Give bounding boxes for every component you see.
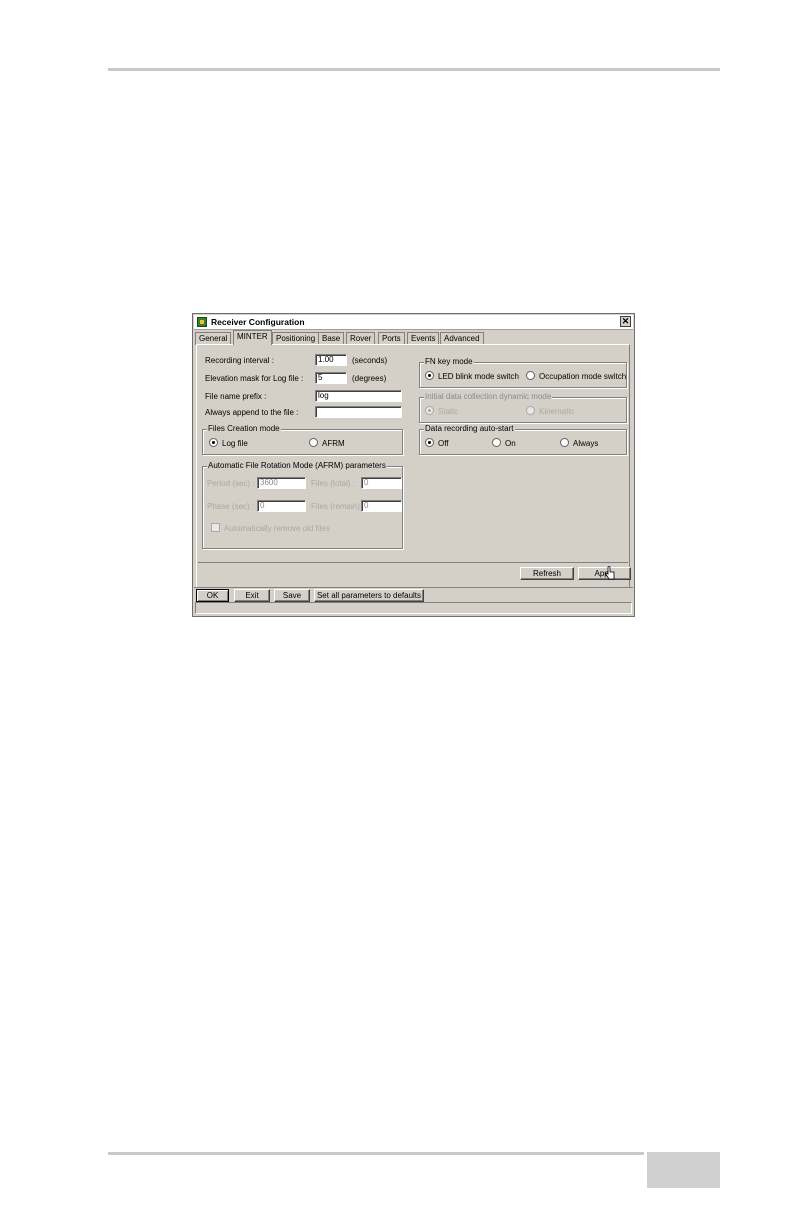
radio-led-blink[interactable]: LED blink mode switch — [425, 371, 519, 381]
radio-log-file[interactable]: Log file — [209, 438, 248, 448]
initial-dynamic-title: Initial data collection dynamic mode — [424, 392, 553, 401]
files-total-input[interactable]: 0 — [361, 477, 402, 489]
elevation-mask-label: Elevation mask for Log file : — [205, 374, 304, 383]
tab-minter[interactable]: MINTER — [233, 330, 272, 345]
app-icon — [197, 317, 207, 327]
recording-interval-input[interactable]: 1.00 — [315, 354, 347, 366]
radio-led-blink-label: LED blink mode switch — [438, 372, 519, 381]
radio-kinematic-label: Kinematic — [539, 407, 575, 416]
radio-static[interactable]: Static — [425, 406, 459, 416]
period-input[interactable]: 3600 — [257, 477, 306, 489]
radio-kinematic[interactable]: Kinematic — [526, 406, 575, 416]
afrm-group: Automatic File Rotation Mode (AFRM) para… — [202, 461, 403, 549]
initial-dynamic-group: Initial data collection dynamic mode Sta… — [419, 392, 627, 423]
minter-panel: Recording interval : 1.00 (seconds) Elev… — [196, 344, 631, 588]
radio-always-label: Always — [573, 439, 599, 448]
radio-on-label: On — [505, 439, 516, 448]
period-label: Period (sec) : — [207, 479, 255, 488]
afrm-title: Automatic File Rotation Mode (AFRM) para… — [207, 461, 387, 470]
recording-interval-unit: (seconds) — [352, 356, 388, 365]
title-bar[interactable]: Receiver Configuration ✕ — [194, 315, 633, 330]
receiver-configuration-window: Receiver Configuration ✕ General MINTER … — [192, 313, 635, 617]
radio-on[interactable]: On — [492, 438, 516, 448]
radio-off-label: Off — [438, 439, 449, 448]
radio-static-label: Static — [438, 407, 459, 416]
radio-off[interactable]: Off — [425, 438, 449, 448]
hand-cursor-icon — [605, 566, 615, 580]
auto-remove-checkbox[interactable]: Automatically remove old files — [211, 523, 330, 533]
footer-rule — [108, 1152, 644, 1155]
status-bar — [195, 602, 632, 614]
auto-remove-label: Automatically remove old files — [224, 524, 330, 533]
radio-log-file-label: Log file — [222, 439, 248, 448]
save-button[interactable]: Save — [274, 589, 310, 602]
elevation-mask-unit: (degrees) — [352, 374, 387, 383]
elevation-mask-input[interactable]: 5 — [315, 372, 347, 384]
fn-key-title: FN key mode — [424, 357, 474, 366]
window-title: Receiver Configuration — [211, 317, 305, 327]
append-label: Always append to the file : — [205, 408, 299, 417]
files-remain-input[interactable]: 0 — [361, 500, 402, 512]
phase-input[interactable]: 0 — [257, 500, 306, 512]
radio-occupation[interactable]: Occupation mode switch — [526, 371, 627, 381]
refresh-button[interactable]: Refresh — [520, 567, 574, 580]
files-remain-label: Files (remain) : — [311, 502, 365, 511]
radio-afrm[interactable]: AFRM — [309, 438, 345, 448]
page-number-box — [647, 1152, 720, 1188]
header-rule — [108, 68, 720, 71]
fn-key-group: FN key mode LED blink mode switch Occupa… — [419, 357, 627, 388]
file-prefix-label: File name prefix : — [205, 392, 267, 401]
files-total-label: Files (total) : — [311, 479, 356, 488]
set-defaults-button[interactable]: Set all parameters to defaults — [314, 589, 424, 602]
files-creation-title: Files Creation mode — [207, 424, 281, 433]
radio-occupation-label: Occupation mode switch — [539, 372, 627, 381]
exit-button[interactable]: Exit — [234, 589, 270, 602]
phase-label: Phase (sec) : — [207, 502, 255, 511]
auto-start-group: Data recording auto-start Off On Always — [419, 424, 627, 455]
radio-afrm-label: AFRM — [322, 439, 345, 448]
close-button[interactable]: ✕ — [620, 316, 631, 327]
files-creation-group: Files Creation mode Log file AFRM — [202, 424, 403, 455]
bottom-divider — [194, 587, 633, 588]
ok-button[interactable]: OK — [196, 589, 229, 602]
auto-start-title: Data recording auto-start — [424, 424, 515, 433]
panel-divider — [198, 562, 628, 563]
radio-always[interactable]: Always — [560, 438, 599, 448]
file-prefix-input[interactable]: log — [315, 390, 402, 402]
append-input[interactable] — [315, 406, 402, 418]
recording-interval-label: Recording interval : — [205, 356, 274, 365]
